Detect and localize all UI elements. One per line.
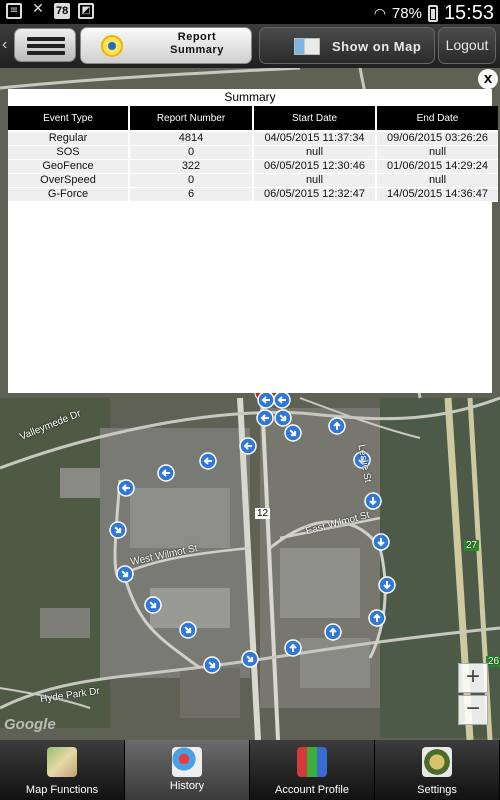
table-cell: 04/05/2015 11:37:34 xyxy=(254,132,375,146)
table-cell: SOS xyxy=(8,146,128,160)
table-cell: 6 xyxy=(130,188,252,202)
column-header: Report Number xyxy=(130,106,252,130)
report-icon xyxy=(101,35,123,57)
route-marker-icon[interactable] xyxy=(157,464,175,482)
route-marker-icon[interactable] xyxy=(328,417,346,435)
battery-text: 78% xyxy=(391,5,422,22)
table-cell: 09/06/2015 03:26:26 xyxy=(377,132,498,146)
account-icon xyxy=(297,747,327,777)
route-marker-icon[interactable] xyxy=(201,654,224,677)
show-on-map-button[interactable]: Show on Map xyxy=(259,27,435,64)
table-cell: 06/05/2015 12:30:46 xyxy=(254,160,375,174)
route-marker-icon[interactable] xyxy=(177,619,200,642)
table-cell: 0 xyxy=(130,146,252,160)
wifi-icon: ◠ xyxy=(373,5,386,21)
zoom-out-button[interactable]: − xyxy=(458,695,488,725)
table-cell: 14/05/2015 14:36:47 xyxy=(377,188,498,202)
summary-table: Event Type Report Number Start Date End … xyxy=(6,106,500,202)
route-marker-icon[interactable] xyxy=(107,519,130,542)
map-icon xyxy=(294,38,320,55)
table-cell: 4814 xyxy=(130,132,252,146)
tab-settings[interactable]: Settings xyxy=(375,740,500,800)
summary-panel: Summary Event Type Report Number Start D… xyxy=(8,89,498,393)
table-cell: null xyxy=(254,146,375,160)
route-marker-icon[interactable] xyxy=(273,391,291,409)
close-summary-icon[interactable]: x xyxy=(478,69,498,89)
route-shield: 27 xyxy=(464,540,480,551)
route-shield: 26 xyxy=(486,656,500,667)
column-header: End Date xyxy=(377,106,498,130)
notification-icon: ≡ xyxy=(6,3,22,19)
tab-history[interactable]: History xyxy=(125,740,250,800)
report-summary-button[interactable]: Report Summary xyxy=(80,27,252,64)
settings-icon xyxy=(422,747,452,777)
route-marker-icon[interactable] xyxy=(142,594,165,617)
report-summary-label: Report Summary xyxy=(170,31,224,56)
zoom-in-button[interactable]: + xyxy=(458,663,488,693)
table-cell: 0 xyxy=(130,174,252,188)
route-marker-icon[interactable] xyxy=(257,391,275,409)
route-marker-icon[interactable] xyxy=(372,533,390,551)
route-shield: 12 xyxy=(255,508,271,519)
route-marker-icon[interactable] xyxy=(117,479,135,497)
table-row: GeoFence 322 06/05/2015 12:30:46 01/06/2… xyxy=(8,160,498,174)
battery-icon xyxy=(427,5,438,22)
menu-button[interactable] xyxy=(14,28,76,62)
table-cell: GeoFence xyxy=(8,160,128,174)
table-cell: null xyxy=(377,174,498,188)
route-marker-icon[interactable] xyxy=(284,639,302,657)
muted-icon: ✕ xyxy=(32,1,44,17)
tab-account-profile[interactable]: Account Profile xyxy=(250,740,375,800)
table-row: G-Force 6 06/05/2015 12:32:47 14/05/2015… xyxy=(8,188,498,202)
table-cell: Regular xyxy=(8,132,128,146)
column-header: Event Type xyxy=(8,106,128,130)
table-cell: OverSpeed xyxy=(8,174,128,188)
bottom-nav: Map Functions History Account Profile Se… xyxy=(0,740,500,800)
table-cell: 06/05/2015 12:32:47 xyxy=(254,188,375,202)
route-marker-icon[interactable] xyxy=(239,648,262,671)
map-logo: Google xyxy=(4,716,56,733)
table-cell: 322 xyxy=(130,160,252,174)
table-row: OverSpeed 0 null null xyxy=(8,174,498,188)
back-chevron-icon[interactable]: ‹ xyxy=(2,36,7,54)
route-marker-icon[interactable] xyxy=(199,452,217,470)
map-icon xyxy=(47,747,77,777)
route-marker-icon[interactable] xyxy=(368,609,386,627)
route-marker-icon[interactable] xyxy=(256,409,274,427)
tab-map-functions[interactable]: Map Functions xyxy=(0,740,125,800)
history-icon xyxy=(172,747,202,777)
route-marker-icon[interactable] xyxy=(364,492,382,510)
route-marker-icon[interactable] xyxy=(378,576,396,594)
sim-badge: 78 xyxy=(54,3,71,19)
table-cell: null xyxy=(377,146,498,160)
clock: 15:53 xyxy=(443,2,494,24)
status-bar: ≡ ✕ 78 ◩ ◠ 78% 15:53 xyxy=(0,0,500,24)
table-cell: null xyxy=(254,174,375,188)
column-header: Start Date xyxy=(254,106,375,130)
table-row: SOS 0 null null xyxy=(8,146,498,160)
logout-button[interactable]: Logout xyxy=(438,27,496,64)
table-cell: G-Force xyxy=(8,188,128,202)
top-toolbar: ‹ Report Summary Show on Map Logout xyxy=(0,24,500,68)
route-marker-icon[interactable] xyxy=(239,437,257,455)
table-header-row: Event Type Report Number Start Date End … xyxy=(8,106,498,130)
summary-title: Summary xyxy=(224,90,276,104)
table-cell: 01/06/2015 14:29:24 xyxy=(377,160,498,174)
route-marker-icon[interactable] xyxy=(324,623,342,641)
table-row: Regular 4814 04/05/2015 11:37:34 09/06/2… xyxy=(8,132,498,146)
image-icon: ◩ xyxy=(78,3,95,19)
